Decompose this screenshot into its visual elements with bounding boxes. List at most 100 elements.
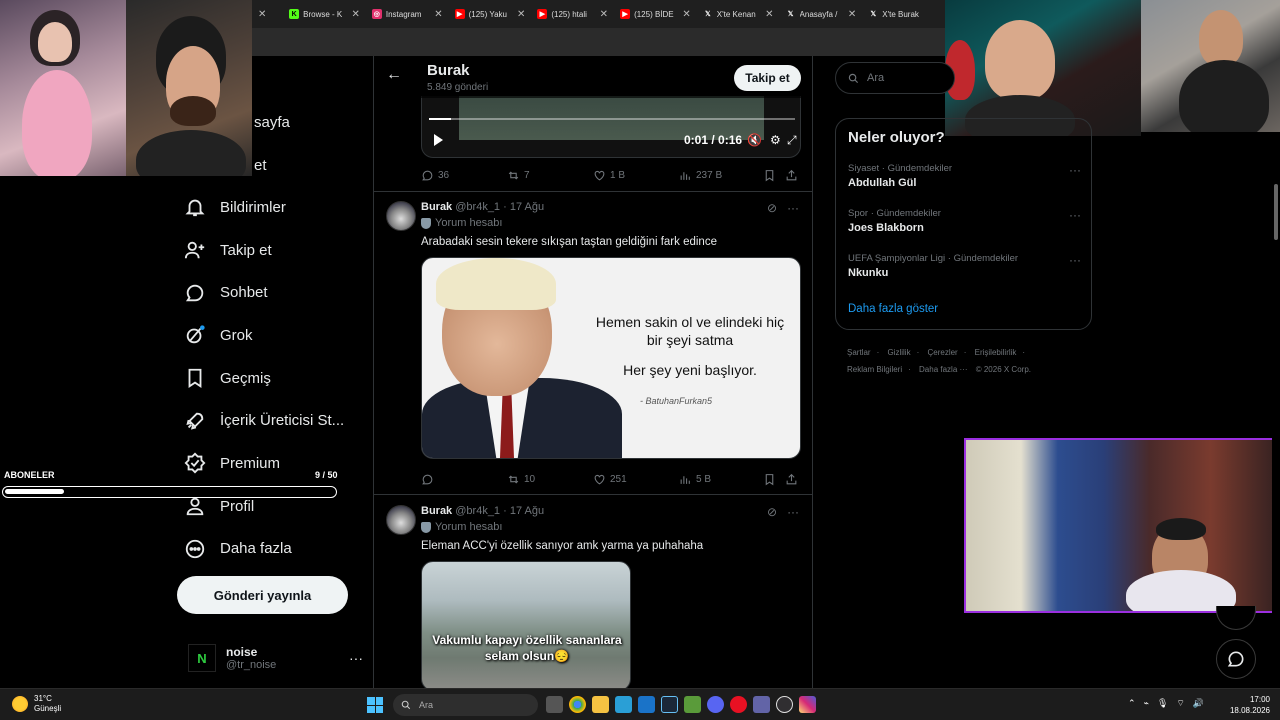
- fullscreen-icon[interactable]: ⤢: [787, 133, 797, 148]
- mic-icon[interactable]: 🎙: [1157, 698, 1168, 709]
- bookmark-button[interactable]: [763, 473, 785, 486]
- tweet-author[interactable]: Burak @br4k_1 · 17 Ağu: [421, 505, 544, 517]
- teams-icon[interactable]: [753, 696, 770, 713]
- nav-item-bookmarks[interactable]: Geçmiş: [170, 357, 370, 400]
- trend-item[interactable]: UEFA Şampiyonlar Ligi · Gündemdekiler Nk…: [848, 253, 1081, 279]
- mail-icon[interactable]: [638, 696, 655, 713]
- account-switcher[interactable]: N noise @tr_noise ···: [188, 638, 363, 678]
- chrome-icon[interactable]: [569, 696, 586, 713]
- video-player[interactable]: 0:01 / 0:16 🔇 ⚙ ⤢: [421, 96, 801, 158]
- close-icon[interactable]: ✕: [434, 9, 442, 20]
- tweet-author[interactable]: Burak @br4k_1 · 17 Ağu: [421, 201, 544, 213]
- app-icon[interactable]: [615, 696, 632, 713]
- mute-icon[interactable]: 🔇: [747, 133, 762, 147]
- taskbar-search[interactable]: Ara: [393, 694, 538, 716]
- video-progress-track[interactable]: [429, 118, 795, 120]
- footer-link-cookies[interactable]: Çerezler: [927, 348, 957, 357]
- browser-tab-instagram[interactable]: ◎ Instagram ✕: [366, 0, 449, 28]
- like-button[interactable]: 251: [593, 473, 679, 486]
- share-button[interactable]: [785, 169, 798, 182]
- footer-link-accessibility[interactable]: Erişilebilirlik: [975, 348, 1017, 357]
- more-dots-icon[interactable]: ···: [787, 505, 799, 519]
- reply-button[interactable]: 36: [421, 169, 507, 182]
- footer-link-more[interactable]: Daha fazla ···: [919, 365, 967, 374]
- media-player-icon[interactable]: [730, 696, 747, 713]
- weather-widget[interactable]: 31°C Güneşli: [12, 694, 61, 714]
- close-icon[interactable]: ✕: [351, 9, 359, 20]
- footer-link-terms[interactable]: Şartlar: [847, 348, 871, 357]
- grok-icon[interactable]: ⊘: [767, 201, 777, 215]
- views-button[interactable]: 5 B: [679, 473, 763, 486]
- close-icon[interactable]: ✕: [765, 9, 773, 20]
- close-icon[interactable]: ✕: [848, 9, 856, 20]
- wifi-icon[interactable]: ⌔: [1176, 698, 1184, 709]
- file-explorer-icon[interactable]: [592, 696, 609, 713]
- views-button[interactable]: 237 B: [679, 169, 763, 182]
- obs-icon[interactable]: [776, 696, 793, 713]
- settings-icon[interactable]: ⚙: [770, 133, 781, 147]
- like-button[interactable]: 1 B: [593, 169, 679, 182]
- nav-explore-partial[interactable]: et: [254, 157, 267, 174]
- task-view-icon[interactable]: [546, 696, 563, 713]
- browser-tab-x-kenan[interactable]: 𝕏 X'te Kenan ✕: [697, 0, 780, 28]
- grok-floating-button[interactable]: [1216, 606, 1256, 630]
- browser-tab-youtube-1[interactable]: ▶ (125) Yaku ✕: [449, 0, 532, 28]
- more-dots-icon[interactable]: ···: [1069, 163, 1081, 177]
- like-count: 251: [610, 473, 627, 485]
- footer-link-privacy[interactable]: Gizlilik: [887, 348, 910, 357]
- nav-item-premium[interactable]: Premium: [170, 442, 370, 485]
- trend-item[interactable]: Siyaset · Gündemdekiler Abdullah Gül ···: [848, 163, 1081, 189]
- back-arrow-icon[interactable]: ←: [386, 66, 402, 84]
- instagram-icon[interactable]: [799, 696, 816, 713]
- tab-close-partial[interactable]: ✕: [252, 0, 283, 28]
- nav-item-chat[interactable]: Sohbet: [170, 271, 370, 314]
- post-button[interactable]: Gönderi yayınla: [177, 576, 348, 614]
- volume-icon[interactable]: 🔊: [1193, 698, 1204, 709]
- more-dots-icon[interactable]: ···: [349, 650, 363, 666]
- browser-tab-x-home[interactable]: 𝕏 Anasayfa / ✕: [780, 0, 863, 28]
- play-icon[interactable]: [434, 134, 443, 146]
- trend-item[interactable]: Spor · Gündemdekiler Joes Blakborn ···: [848, 208, 1081, 234]
- steam-icon[interactable]: [661, 696, 678, 713]
- network-icon[interactable]: ⌁: [1144, 698, 1149, 709]
- avatar[interactable]: [386, 505, 416, 535]
- repost-button[interactable]: 7: [507, 169, 593, 182]
- follow-button[interactable]: Takip et: [734, 65, 801, 91]
- taskbar-clock[interactable]: 17:00 18.08.2026: [1226, 694, 1270, 716]
- browser-tab-youtube-3[interactable]: ▶ (125) BİDE ✕: [614, 0, 697, 28]
- browser-tab-x-burak[interactable]: 𝕏 X'te Burak: [862, 0, 945, 28]
- close-icon[interactable]: ✕: [682, 9, 690, 20]
- tweet-image[interactable]: Hemen sakin ol ve elindeki hiç bir şeyi …: [421, 257, 801, 459]
- more-dots-icon[interactable]: ···: [787, 201, 799, 215]
- footer-link-ads[interactable]: Reklam Bilgileri: [847, 365, 902, 374]
- search-input[interactable]: Ara: [835, 62, 955, 94]
- nav-item-follow[interactable]: Takip et: [170, 229, 370, 272]
- chevron-up-icon[interactable]: ⌃: [1128, 698, 1136, 709]
- address-bar[interactable]: [252, 28, 945, 56]
- more-dots-icon[interactable]: ···: [1069, 208, 1081, 222]
- avatar[interactable]: [386, 201, 416, 231]
- show-more-link[interactable]: Daha fazla göster: [848, 303, 938, 315]
- more-dots-icon[interactable]: ···: [1069, 253, 1081, 267]
- nav-item-grok[interactable]: Grok: [170, 314, 370, 357]
- windows-start-icon[interactable]: [367, 697, 383, 713]
- browser-tab-youtube-2[interactable]: ▶ (125) htali ✕: [531, 0, 614, 28]
- reply-button[interactable]: [421, 473, 507, 486]
- repost-button[interactable]: 10: [507, 473, 593, 486]
- discord-icon[interactable]: [707, 696, 724, 713]
- close-icon[interactable]: ✕: [600, 9, 608, 20]
- grok-icon[interactable]: ⊘: [767, 505, 777, 519]
- tweet-image[interactable]: Vakumlu kapayı özellik sananlara selam o…: [421, 561, 631, 688]
- close-icon[interactable]: ✕: [517, 9, 525, 20]
- nav-item-more[interactable]: Daha fazla: [170, 528, 370, 571]
- nav-item-creator-studio[interactable]: İçerik Üreticisi St...: [170, 399, 370, 442]
- messages-button[interactable]: [1216, 639, 1256, 679]
- nav-item-notifications[interactable]: Bildirimler: [170, 186, 370, 229]
- scrollbar[interactable]: [1272, 140, 1280, 688]
- scrollbar-thumb[interactable]: [1274, 184, 1278, 240]
- minecraft-icon[interactable]: [684, 696, 701, 713]
- browser-tab-kick[interactable]: K Browse - K ✕: [283, 0, 366, 28]
- nav-home-partial[interactable]: sayfa: [254, 114, 290, 131]
- share-button[interactable]: [785, 473, 798, 486]
- bookmark-button[interactable]: [763, 169, 785, 182]
